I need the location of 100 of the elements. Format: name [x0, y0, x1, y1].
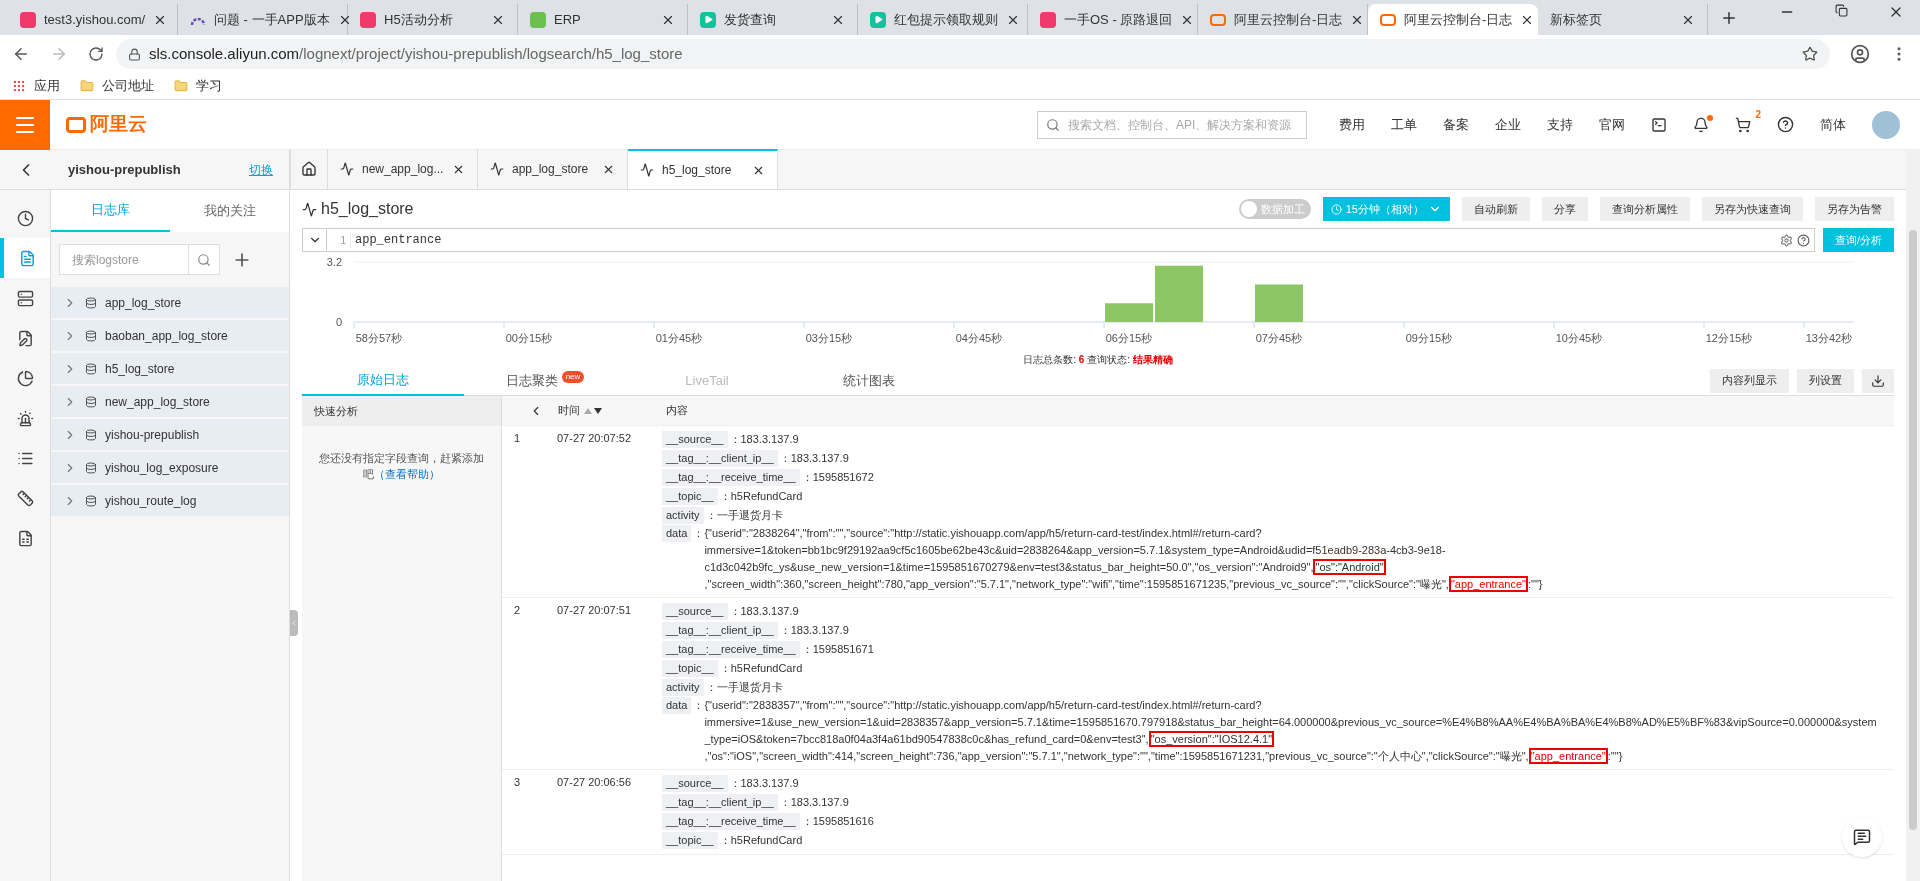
tab-title: test3.yishou.com/	[44, 10, 146, 29]
nav-link[interactable]: 工单	[1391, 114, 1417, 135]
database-icon	[85, 362, 97, 375]
help-icon[interactable]	[1777, 116, 1794, 133]
field-value: ：183.3.137.9	[779, 451, 849, 467]
logstore-item[interactable]: yishou-prepublish	[51, 419, 289, 450]
browser-tab[interactable]: 阿里云控制台-日志	[1368, 4, 1538, 35]
bracket-logo-icon	[1380, 13, 1396, 26]
column-button[interactable]: 内容列显示	[1710, 368, 1789, 393]
bookmark[interactable]: 学习	[174, 76, 222, 96]
sidebar-tab[interactable]: 我的关注	[170, 190, 289, 232]
time-header[interactable]: 时间	[558, 402, 580, 419]
logstore-item[interactable]: new_app_log_store	[51, 386, 289, 417]
browser-tab[interactable]: 红包提示领取规则	[858, 4, 1028, 35]
reload-icon[interactable]	[88, 46, 104, 62]
result-tab[interactable]: 日志聚类 new	[464, 365, 626, 396]
browser-tab[interactable]: 问题 - 一手APP版本	[178, 4, 348, 35]
tab-title: 一手OS - 原路退回	[1064, 10, 1173, 29]
back-icon[interactable]	[12, 45, 30, 63]
logstore-name: new_app_log_store	[105, 393, 210, 411]
bookmark-star-icon[interactable]	[1802, 46, 1818, 62]
play-icon	[870, 11, 886, 28]
browser-tab[interactable]: H5活动分析	[348, 4, 518, 35]
nav-link[interactable]: 官网	[1599, 114, 1625, 135]
home-tab[interactable]	[290, 149, 328, 189]
logstore-item[interactable]: yishou_route_log	[51, 485, 289, 516]
search-icon	[197, 252, 211, 267]
cart-icon[interactable]	[1735, 116, 1751, 133]
content-header: 内容	[666, 403, 688, 419]
logstore-item[interactable]: app_log_store	[51, 287, 289, 318]
search-input[interactable]: 搜索文档、控制台、API、解决方案和资源	[1068, 115, 1298, 134]
bookmark[interactable]: 公司地址	[80, 76, 154, 96]
nav-link[interactable]: 支持	[1547, 114, 1573, 135]
database-icon	[85, 461, 97, 474]
help-icon[interactable]	[1796, 233, 1810, 247]
browser-tab[interactable]: 发货查询	[688, 4, 858, 35]
row-index: 2	[513, 603, 522, 618]
terminal-icon[interactable]	[1651, 116, 1667, 133]
field-value: ：183.3.137.9	[729, 432, 799, 448]
logstore-name: h5_log_store	[105, 360, 175, 378]
browser-tab[interactable]: ERP	[518, 4, 688, 35]
download-button[interactable]	[1862, 368, 1894, 393]
field-key: __tag__:__client_ip__	[662, 622, 778, 639]
field-key: data	[662, 697, 692, 714]
menu-button[interactable]	[0, 99, 50, 150]
logstore-item[interactable]: h5_log_store	[51, 353, 289, 384]
x-tick-label: 13分42秒	[1805, 332, 1853, 344]
page-tab[interactable]: new_app_log...	[328, 149, 478, 189]
toolbar-button[interactable]: 另存为告警	[1815, 197, 1894, 221]
browser-tab[interactable]: 新标签页	[1538, 4, 1708, 35]
collapse-handle[interactable]	[290, 610, 298, 636]
toolbar-button[interactable]: 另存为快速查询	[1702, 197, 1803, 221]
x-tick-label: 12分15秒	[1705, 332, 1753, 344]
nav-link[interactable]: 企业	[1495, 114, 1521, 135]
database-icon	[85, 296, 97, 309]
bell-icon[interactable]	[1693, 116, 1709, 133]
logstore-item[interactable]: baoban_app_log_store	[51, 320, 289, 351]
rail-icon	[16, 409, 34, 427]
profile-icon[interactable]	[1850, 44, 1870, 64]
new-badge: new	[561, 370, 585, 383]
toolbar-button[interactable]: 自动刷新	[1462, 197, 1530, 221]
empty-message: 您还没有指定字段查询，赶紧添加吧（查看帮助）	[318, 451, 485, 482]
tab-title: 新标签页	[1550, 10, 1603, 29]
browser-tab[interactable]: 一手OS - 原路退回	[1028, 4, 1198, 35]
sort-icon[interactable]	[584, 406, 602, 415]
chat-button[interactable]	[1842, 817, 1882, 857]
field-key: __tag__:__receive_time__	[662, 813, 800, 830]
x-tick-label: 04分45秒	[955, 332, 1003, 344]
home-icon	[301, 161, 317, 177]
chevron-icon	[290, 619, 298, 627]
settings-icon[interactable]	[1779, 233, 1793, 247]
search-field[interactable]: 搜索文档、控制台、API、解决方案和资源	[1037, 110, 1307, 139]
logstore-name: app_log_store	[105, 294, 182, 312]
logstore-item[interactable]: yishou_log_exposure	[51, 452, 289, 483]
column-button[interactable]: 列设置	[1797, 368, 1854, 393]
nav-link[interactable]: 备案	[1443, 114, 1469, 135]
search-field[interactable]: 搜索logstore	[59, 244, 220, 275]
field-value: ：183.3.137.9	[729, 776, 799, 792]
help-link[interactable]: （查看帮助）	[374, 468, 440, 480]
query-editor[interactable]: 1 app_entrance	[302, 228, 1815, 252]
new-tab-icon[interactable]	[1720, 9, 1738, 27]
logstore-title: h5_log_store	[321, 199, 415, 219]
toggle-knob	[1240, 201, 1257, 217]
nav-link[interactable]: 费用	[1339, 114, 1365, 135]
bracket-logo-icon	[66, 116, 86, 133]
toolbar-button[interactable]: 查询分析属性	[1600, 197, 1690, 221]
browser-tab[interactable]: test3.yishou.com/	[8, 4, 178, 35]
cart-count: 2	[1755, 107, 1761, 122]
x-tick-label: 00分15秒	[505, 332, 553, 344]
toolbar-button[interactable]: 分享	[1542, 197, 1588, 221]
x-tick-label: 06分15秒	[1105, 332, 1153, 344]
rail-icon	[16, 329, 34, 347]
page-tab[interactable]: h5_log_store	[628, 149, 778, 189]
result-tab[interactable]: 统计图表	[788, 365, 950, 396]
restore-icon[interactable]	[1835, 3, 1848, 17]
bookmark[interactable]: 应用	[12, 76, 60, 96]
field-key: __topic__	[662, 832, 718, 849]
status-value: 结果精确	[1132, 354, 1173, 365]
search-input[interactable]: 搜索logstore	[60, 245, 188, 274]
address-bar[interactable]: sls.console.aliyun.com/lognext/project/yishou-prepublish/logsearch/h5_log_store	[116, 39, 1830, 69]
